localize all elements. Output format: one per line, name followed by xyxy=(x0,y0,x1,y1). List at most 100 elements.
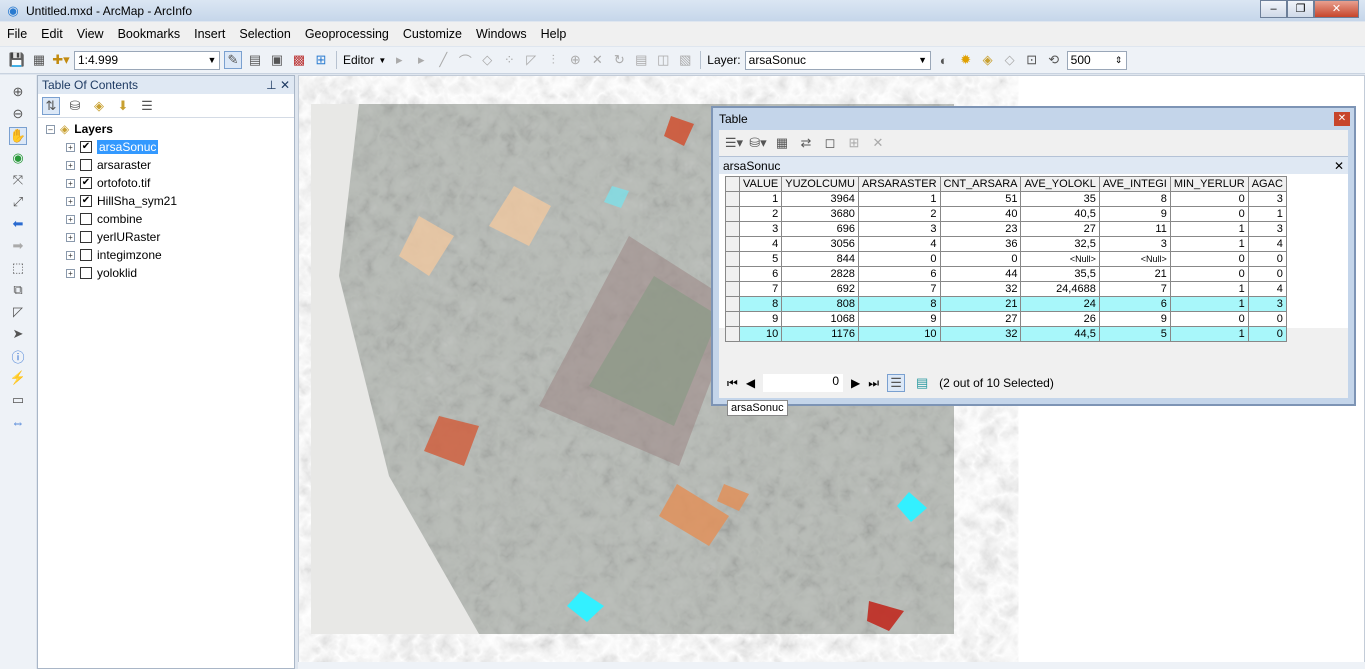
back-arrow-icon[interactable]: ⬅ xyxy=(9,215,27,233)
maximize-button[interactable]: ❐ xyxy=(1287,0,1314,18)
table-cell[interactable]: 40 xyxy=(939,206,1022,222)
table-cell[interactable]: 0 xyxy=(1169,206,1249,222)
expand-icon[interactable]: + xyxy=(66,232,75,242)
table-cell[interactable]: 3 xyxy=(1247,191,1287,207)
table-cell[interactable]: 844 xyxy=(781,251,859,267)
table-row[interactable]: 2 3680 2 40 40,5 9 0 1 xyxy=(725,206,1287,222)
toc-layer-item[interactable]: + combine xyxy=(38,210,294,228)
table-cell[interactable]: 0 xyxy=(1247,311,1287,327)
table-cell[interactable]: 2 xyxy=(738,206,783,222)
table-cell[interactable]: 6 xyxy=(1098,296,1171,312)
expand-icon[interactable]: + xyxy=(66,250,75,260)
layer-combo[interactable]: arsaSonuc ▼ xyxy=(744,50,931,70)
show-all-records-icon[interactable]: ☰ xyxy=(887,374,906,392)
table-cell[interactable]: 1176 xyxy=(781,326,859,342)
table-cell[interactable]: 4 xyxy=(857,236,941,252)
table-cell[interactable]: 9 xyxy=(857,311,941,327)
zoom-to-raster-resolution-icon[interactable]: ⊡ xyxy=(1023,51,1041,69)
list-by-source-icon[interactable]: ⛁ xyxy=(66,97,84,115)
table-cell[interactable]: 0 xyxy=(1247,266,1287,282)
model-builder-icon[interactable]: ⊞ xyxy=(312,51,330,69)
column-header[interactable]: CNT_ARSARA xyxy=(939,176,1022,192)
table-cell[interactable]: 0 xyxy=(1247,251,1287,267)
editor-menu[interactable]: Editor xyxy=(343,53,374,67)
add-data-icon[interactable]: ✚▾ xyxy=(52,51,70,69)
expand-icon[interactable]: + xyxy=(66,160,75,170)
table-cell[interactable]: 7 xyxy=(738,281,783,297)
pan-zoom-icon[interactable]: ⟲ xyxy=(1045,51,1063,69)
layer-visibility-checkbox[interactable]: ✔ xyxy=(80,177,92,189)
layer-name[interactable]: arsaSonuc xyxy=(97,140,159,154)
layer-name[interactable]: yerlURaster xyxy=(97,230,160,244)
layer-name[interactable]: arsaraster xyxy=(97,158,151,172)
brightness-icon[interactable]: ✹ xyxy=(957,51,975,69)
html-popup-icon[interactable]: ▭ xyxy=(9,391,27,409)
table-cell[interactable]: 26 xyxy=(1020,311,1100,327)
table-cell[interactable]: 35,5 xyxy=(1020,266,1100,282)
row-selector[interactable] xyxy=(725,266,740,282)
toc-layer-item[interactable]: + ✔ ortofoto.tif xyxy=(38,174,294,192)
editor-toolbar-icon[interactable]: ✎ xyxy=(224,51,242,69)
column-header[interactable]: AGAC xyxy=(1247,176,1287,192)
swipe-icon[interactable]: ◇ xyxy=(1001,51,1019,69)
delete-selected-icon[interactable]: ✕ xyxy=(869,134,887,152)
table-cell[interactable]: 1 xyxy=(1247,206,1287,222)
table-row[interactable]: 3 696 3 23 27 11 1 3 xyxy=(725,221,1287,237)
table-cell[interactable]: 1 xyxy=(1169,326,1249,342)
menu-file[interactable]: File xyxy=(0,27,34,41)
search-window-icon[interactable]: ▣ xyxy=(268,51,286,69)
clear-selection-icon[interactable]: ◻ xyxy=(821,134,839,152)
table-cell[interactable]: 0 xyxy=(1169,191,1249,207)
toc-layer-item[interactable]: + yoloklid xyxy=(38,264,294,282)
row-selector[interactable] xyxy=(725,236,740,252)
list-by-drawing-order-icon[interactable]: ⇅ xyxy=(42,96,60,115)
table-cell[interactable]: 8 xyxy=(857,296,941,312)
pan-hand-icon[interactable]: ✋ xyxy=(9,127,27,145)
toc-layer-item[interactable]: + ✔ arsaSonuc xyxy=(38,138,294,156)
layer-visibility-checkbox[interactable] xyxy=(80,159,92,171)
select-features-icon[interactable]: ⬚ xyxy=(9,259,27,277)
zoom-out-icon[interactable]: ⊖ xyxy=(9,105,27,123)
menu-help[interactable]: Help xyxy=(534,27,574,41)
list-by-selection-icon[interactable]: ⬇ xyxy=(114,97,132,115)
table-cell[interactable]: 3056 xyxy=(781,236,859,252)
table-row[interactable]: 7 692 7 32 24,4688 7 1 4 xyxy=(725,281,1287,297)
table-cell[interactable]: 9 xyxy=(1098,206,1171,222)
table-row[interactable]: 1 3964 1 51 35 8 0 3 xyxy=(725,191,1287,207)
layer-name[interactable]: combine xyxy=(97,212,142,226)
table-cell[interactable]: 35 xyxy=(1020,191,1100,207)
layer-visibility-checkbox[interactable] xyxy=(80,213,92,225)
options-icon[interactable]: ☰ xyxy=(138,97,156,115)
row-header-corner[interactable] xyxy=(725,176,740,192)
pin-icon[interactable]: ⊥ xyxy=(266,78,276,92)
table-cell[interactable]: 1 xyxy=(1169,296,1249,312)
contrast-icon[interactable]: ◐ xyxy=(935,51,953,69)
table-tab-arsasonuc[interactable]: arsaSonuc xyxy=(727,400,788,416)
table-cell[interactable]: 21 xyxy=(1098,266,1171,282)
table-cell[interactable]: 8 xyxy=(1098,191,1171,207)
menu-bookmarks[interactable]: Bookmarks xyxy=(111,27,188,41)
table-cell[interactable]: 9 xyxy=(738,311,783,327)
fixed-zoom-out-icon[interactable]: ⤢ xyxy=(9,193,27,211)
table-close-button[interactable]: ✕ xyxy=(1334,112,1350,126)
layer-visibility-checkbox[interactable]: ✔ xyxy=(80,195,92,207)
row-selector[interactable] xyxy=(725,326,740,342)
row-selector[interactable] xyxy=(725,311,740,327)
table-cell[interactable]: 1068 xyxy=(781,311,859,327)
table-cell[interactable]: 3 xyxy=(857,221,941,237)
row-selector[interactable] xyxy=(725,221,740,237)
fixed-zoom-in-icon[interactable]: ⤧ xyxy=(9,171,27,189)
minimize-button[interactable]: – xyxy=(1260,0,1287,18)
table-cell[interactable]: 1 xyxy=(1169,281,1249,297)
toc-close-icon[interactable]: ✕ xyxy=(280,78,290,92)
table-cell[interactable]: 6 xyxy=(857,266,941,282)
layer-name[interactable]: yoloklid xyxy=(97,266,137,280)
table-cell[interactable]: 32 xyxy=(939,326,1022,342)
table-cell[interactable]: 7 xyxy=(857,281,941,297)
forward-arrow-icon[interactable]: ➡ xyxy=(9,237,27,255)
layer-visibility-checkbox[interactable]: ✔ xyxy=(80,141,92,153)
table-row[interactable]: 6 2828 6 44 35,5 21 0 0 xyxy=(725,266,1287,282)
table-cell[interactable]: 27 xyxy=(1020,221,1100,237)
menu-geoprocessing[interactable]: Geoprocessing xyxy=(298,27,396,41)
layers-root[interactable]: – ◈ Layers xyxy=(38,120,294,138)
